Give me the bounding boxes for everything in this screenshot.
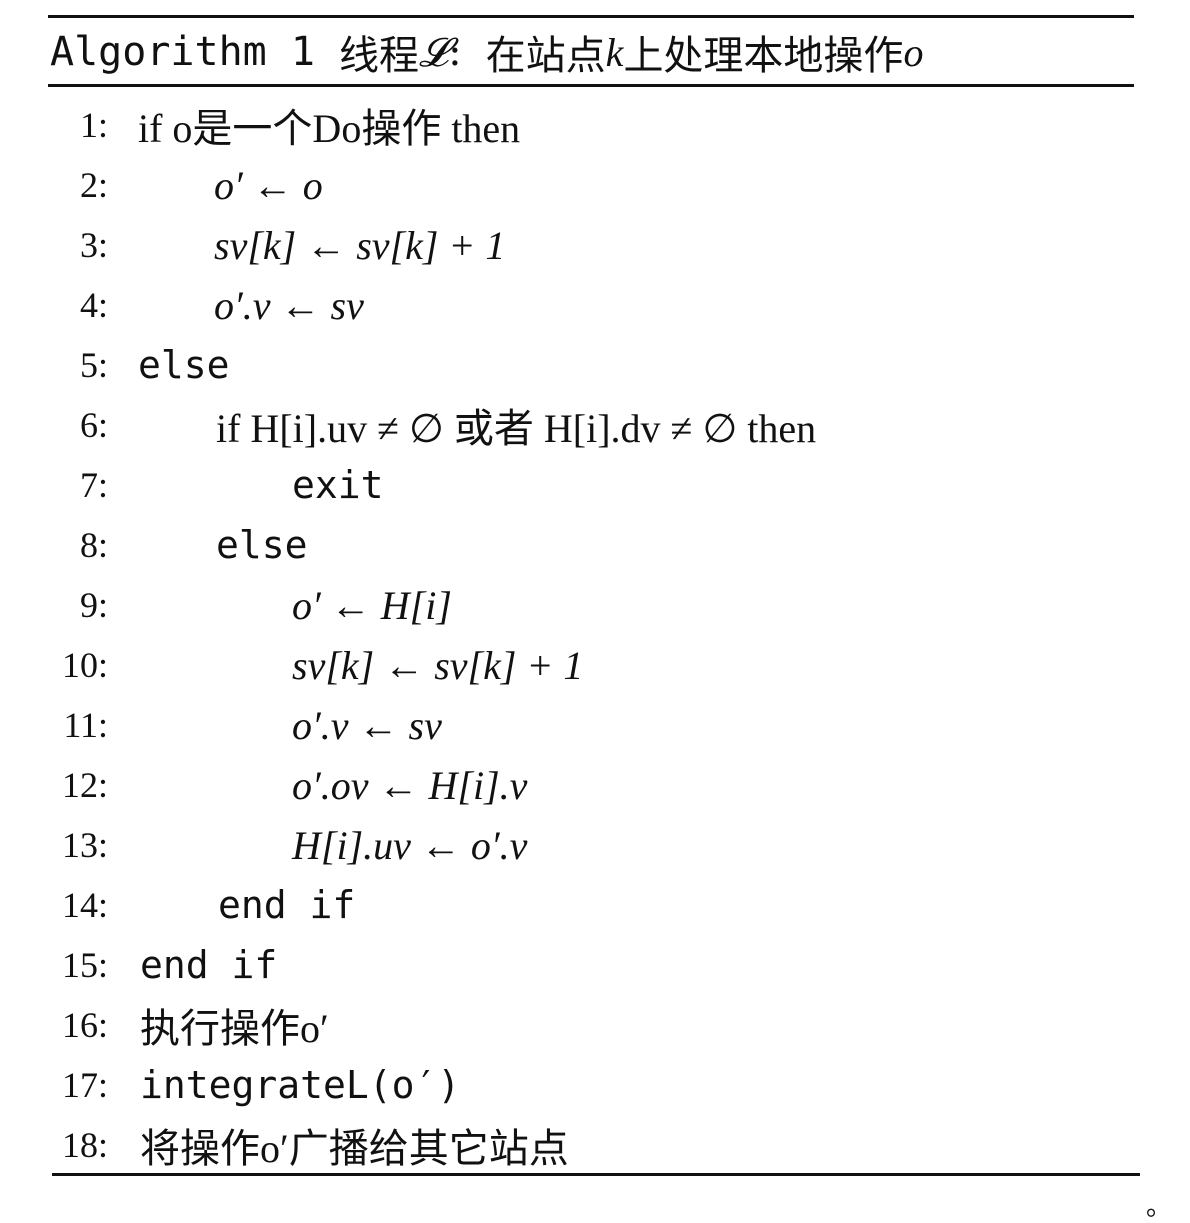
line-code: 执行操作o′	[140, 1006, 329, 1051]
line-number: 4:	[79, 285, 108, 325]
line-code: integrateL(o′)	[140, 1063, 461, 1107]
line-code: o′.v ← sv	[214, 282, 364, 328]
line-code: sv[k] ← sv[k] + 1	[214, 222, 506, 268]
caption-text-2: 上处理本地操作	[623, 33, 904, 79]
line-code: o′.ov ← H[i].v	[292, 762, 528, 808]
top-rule	[48, 15, 1134, 18]
line-code: end if	[140, 943, 278, 987]
caption-text-1: 在站点	[485, 33, 606, 79]
caption-thread: 线程	[339, 33, 419, 79]
line-number: 2:	[79, 165, 108, 205]
line-code: exit	[292, 463, 384, 507]
line-number: 18:	[61, 1125, 108, 1165]
line-code: else	[216, 523, 308, 567]
line-number: 8:	[79, 525, 108, 565]
line-number: 6:	[79, 405, 108, 445]
line-code: o′.v ← sv	[292, 702, 442, 748]
line-code: 将操作o′广播给其它站点	[140, 1126, 569, 1171]
line-code: if o是一个Do操作 then	[138, 106, 521, 151]
caption-symbol: 𝓛	[419, 29, 449, 75]
line-number: 5:	[79, 345, 108, 385]
line-number: 14:	[61, 885, 108, 925]
line-number: 15:	[61, 945, 108, 985]
line-number: 10:	[61, 645, 108, 685]
line-number: 11:	[63, 705, 108, 745]
caption-rule	[48, 84, 1134, 87]
bottom-rule	[52, 1173, 1140, 1176]
line-number: 13:	[61, 825, 108, 865]
line-number: 17:	[61, 1065, 108, 1105]
algorithm-caption: Algorithm 1 线程 𝓛 : 在站点 k 上处理本地操作 o	[50, 24, 923, 80]
line-code: end if	[218, 883, 356, 927]
caption-prefix: Algorithm 1	[50, 29, 315, 75]
line-number: 1:	[79, 105, 108, 145]
caption-colon: :	[448, 29, 462, 75]
line-number: 16:	[61, 1005, 108, 1045]
line-code: else	[138, 343, 230, 387]
line-code: H[i].uv ← o′.v	[292, 822, 528, 868]
caption-k: k	[605, 29, 624, 75]
line-number: 7:	[79, 465, 108, 505]
trailing-mark: 。	[1146, 1192, 1173, 1222]
line-code: sv[k] ← sv[k] + 1	[292, 642, 584, 688]
line-code: if H[i].uv ≠ ∅ 或者 H[i].dv ≠ ∅ then	[216, 406, 817, 451]
line-number: 3:	[79, 225, 108, 265]
line-number: 12:	[61, 765, 108, 805]
line-code: o′ ← H[i]	[292, 582, 452, 628]
line-code: o′ ← o	[214, 162, 323, 208]
caption-o: o	[903, 29, 924, 75]
line-number: 9:	[79, 585, 108, 625]
